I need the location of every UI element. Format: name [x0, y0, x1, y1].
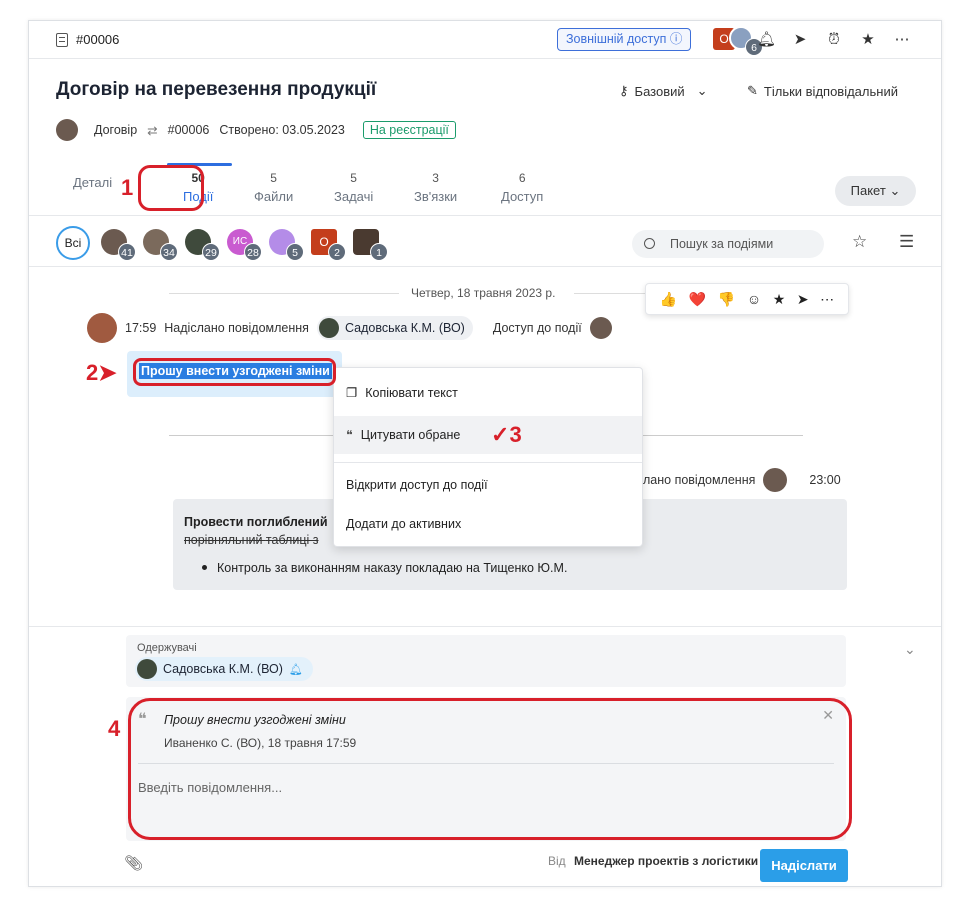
send-button[interactable]: Надіслати [760, 849, 848, 882]
star-outline-icon[interactable]: ☆ [852, 232, 867, 252]
date-label: Четвер, 18 травня 2023 р. [411, 286, 556, 300]
thumbs-up-icon[interactable]: 👍 [660, 291, 677, 308]
tab-links[interactable]: 3 Зв'язки [414, 171, 457, 204]
swap-icon[interactable]: ⇄ [147, 123, 157, 138]
annotation-number: 4 [108, 716, 121, 741]
attach-icon[interactable]: 📎︎ [124, 854, 143, 872]
star-icon[interactable]: ★ [859, 31, 877, 49]
responsible-label: Тільки відповідальний [763, 83, 898, 99]
chevron-down-icon: ⌄ [696, 83, 708, 98]
doc-number: #00006 [167, 123, 210, 137]
event2-avatar[interactable] [763, 468, 788, 492]
send-icon[interactable]: ➤ [797, 291, 809, 308]
annotation-box-2 [133, 358, 336, 386]
menu-copy-text[interactable]: ❐ Копіювати текст [334, 374, 642, 412]
event-access-label: Доступ до події [492, 321, 582, 335]
doc-id: #00006 [56, 32, 119, 47]
key-icon: ⚷ [619, 83, 629, 98]
filter-bot-avatar[interactable]: 5 [269, 229, 304, 261]
status-badge: На реєстрації [362, 121, 456, 139]
filter-avatar[interactable]: 29 [185, 229, 220, 261]
recipients-label: Одержувачі [137, 642, 197, 654]
tab-access[interactable]: 6 Доступ [501, 171, 543, 204]
annotation-box-4 [128, 698, 852, 840]
annotation-number: 1 [121, 175, 134, 200]
heart-icon[interactable]: ❤️ [689, 291, 706, 308]
recipient-avatar [318, 318, 339, 338]
access-level-label: Базовий [634, 83, 685, 99]
responsible-button[interactable]: ✎ Тільки відповідальний [747, 83, 898, 99]
menu-quote-selected[interactable]: ❝ Цитувати обране [334, 416, 642, 454]
event2-action: лано повідомлення [643, 473, 756, 487]
more-icon[interactable]: ⋯ [893, 31, 911, 49]
menu-share-event[interactable]: Відкрити доступ до події [334, 466, 642, 504]
filter-all[interactable]: Всі [56, 226, 90, 260]
tab-tasks[interactable]: 5 Задачі [334, 171, 373, 204]
alarm-icon[interactable]: ⏰︎ [825, 31, 843, 49]
group-avatar[interactable]: 6 [729, 26, 763, 56]
packet-dropdown[interactable]: Пакет ⌄ [835, 176, 916, 206]
annotation-box-1 [138, 165, 204, 211]
document-icon [56, 32, 68, 47]
bell-icon[interactable]: 🔔︎ [757, 31, 776, 49]
top-bar: #00006 Зовнішній доступ ⓘ O 6 🔔︎ ➤ ⏰︎ ★ … [29, 21, 941, 59]
menu-divider [334, 462, 642, 463]
tab-files[interactable]: 5 Файли [254, 171, 293, 204]
page-title: Договір на перевезення продукції [56, 79, 377, 100]
from-select[interactable]: Менеджер проектів з логістики [574, 854, 758, 868]
bell-icon: 🔔︎ [288, 663, 303, 676]
filter-avatar[interactable]: 1 [353, 229, 388, 261]
more-icon[interactable]: ⋯ [820, 291, 834, 308]
author-avatar[interactable] [56, 119, 78, 141]
send-icon[interactable]: ➤ [791, 31, 809, 49]
message2-bullet: Контроль за виконанням наказу покладаю н… [184, 561, 567, 575]
from-label: Від [548, 854, 566, 868]
chevron-down-icon: ⌄ [889, 183, 901, 198]
emoji-icon[interactable]: ☺ [747, 291, 761, 307]
event-time: 17:59 [125, 321, 157, 335]
access-level-select[interactable]: ⚷ Базовий ⌄ [619, 83, 708, 99]
message2-strike: порівняльний таблиці з [184, 533, 319, 547]
top-icons: 🔔︎ ➤ ⏰︎ ★ ⋯ [757, 31, 911, 49]
filter-avatar[interactable]: 34 [143, 229, 178, 261]
recipients-box[interactable]: Одержувачі Садовська К.М. (ВО) 🔔︎ [126, 635, 846, 687]
recipient-chip[interactable]: Садовська К.М. (ВО) [316, 316, 473, 340]
pencil-icon: ✎ [747, 83, 758, 98]
filter-avatar[interactable]: ИС 28 [227, 229, 262, 261]
created-date: Створено: 03.05.2023 [219, 123, 345, 137]
search-icon [644, 238, 655, 249]
sort-icon[interactable]: ☰ [899, 232, 914, 252]
chevron-down-icon[interactable]: ⌄ [904, 641, 916, 658]
tab-details[interactable]: Деталі [73, 171, 112, 190]
recipient-chip[interactable]: Садовська К.М. (ВО) 🔔︎ [135, 657, 313, 681]
quote-icon: ❝ [346, 428, 353, 442]
event-header: 17:59 Надіслано повідомлення Садовська К… [87, 313, 612, 343]
annotation-number: 2➤ [86, 360, 117, 385]
sender-avatar[interactable] [87, 313, 117, 343]
event-filter-bar: Всі 41 34 29 ИС 28 5 O2 1 Пошук за подіям… [29, 215, 941, 267]
external-access-button[interactable]: Зовнішній доступ ⓘ [557, 28, 692, 51]
thumbs-down-icon[interactable]: 👎 [718, 291, 735, 308]
context-menu: ❐ Копіювати текст ❝ Цитувати обране Відкри… [333, 367, 643, 547]
event2-time: 23:00 [809, 473, 841, 487]
meta-row: Договір ⇄ #00006 Створено: 03.05.2023 На… [56, 119, 456, 141]
event-search-input[interactable]: Пошук за подіями [632, 230, 824, 258]
access-avatar[interactable] [589, 317, 612, 339]
date-divider [169, 293, 399, 294]
filter-avatar[interactable]: 41 [101, 229, 136, 261]
doc-id-label: #00006 [76, 32, 120, 47]
doc-type: Договір [94, 123, 138, 137]
filter-office-avatar[interactable]: O2 [311, 229, 346, 261]
reaction-bar: 👍 ❤️ 👎 ☺ ★ ➤ ⋯ [645, 283, 849, 315]
recipient-avatar [137, 659, 157, 679]
menu-add-active[interactable]: Додати до активних [334, 505, 642, 543]
copy-icon: ❐ [346, 386, 358, 400]
event-action: Надіслано повідомлення [164, 321, 309, 335]
message2-heading: Провести поглиблений [184, 515, 328, 529]
annotation-number: ✓3 [491, 422, 522, 447]
event2-header: лано повідомлення 23:00 [643, 468, 841, 492]
star-icon[interactable]: ★ [773, 291, 786, 308]
